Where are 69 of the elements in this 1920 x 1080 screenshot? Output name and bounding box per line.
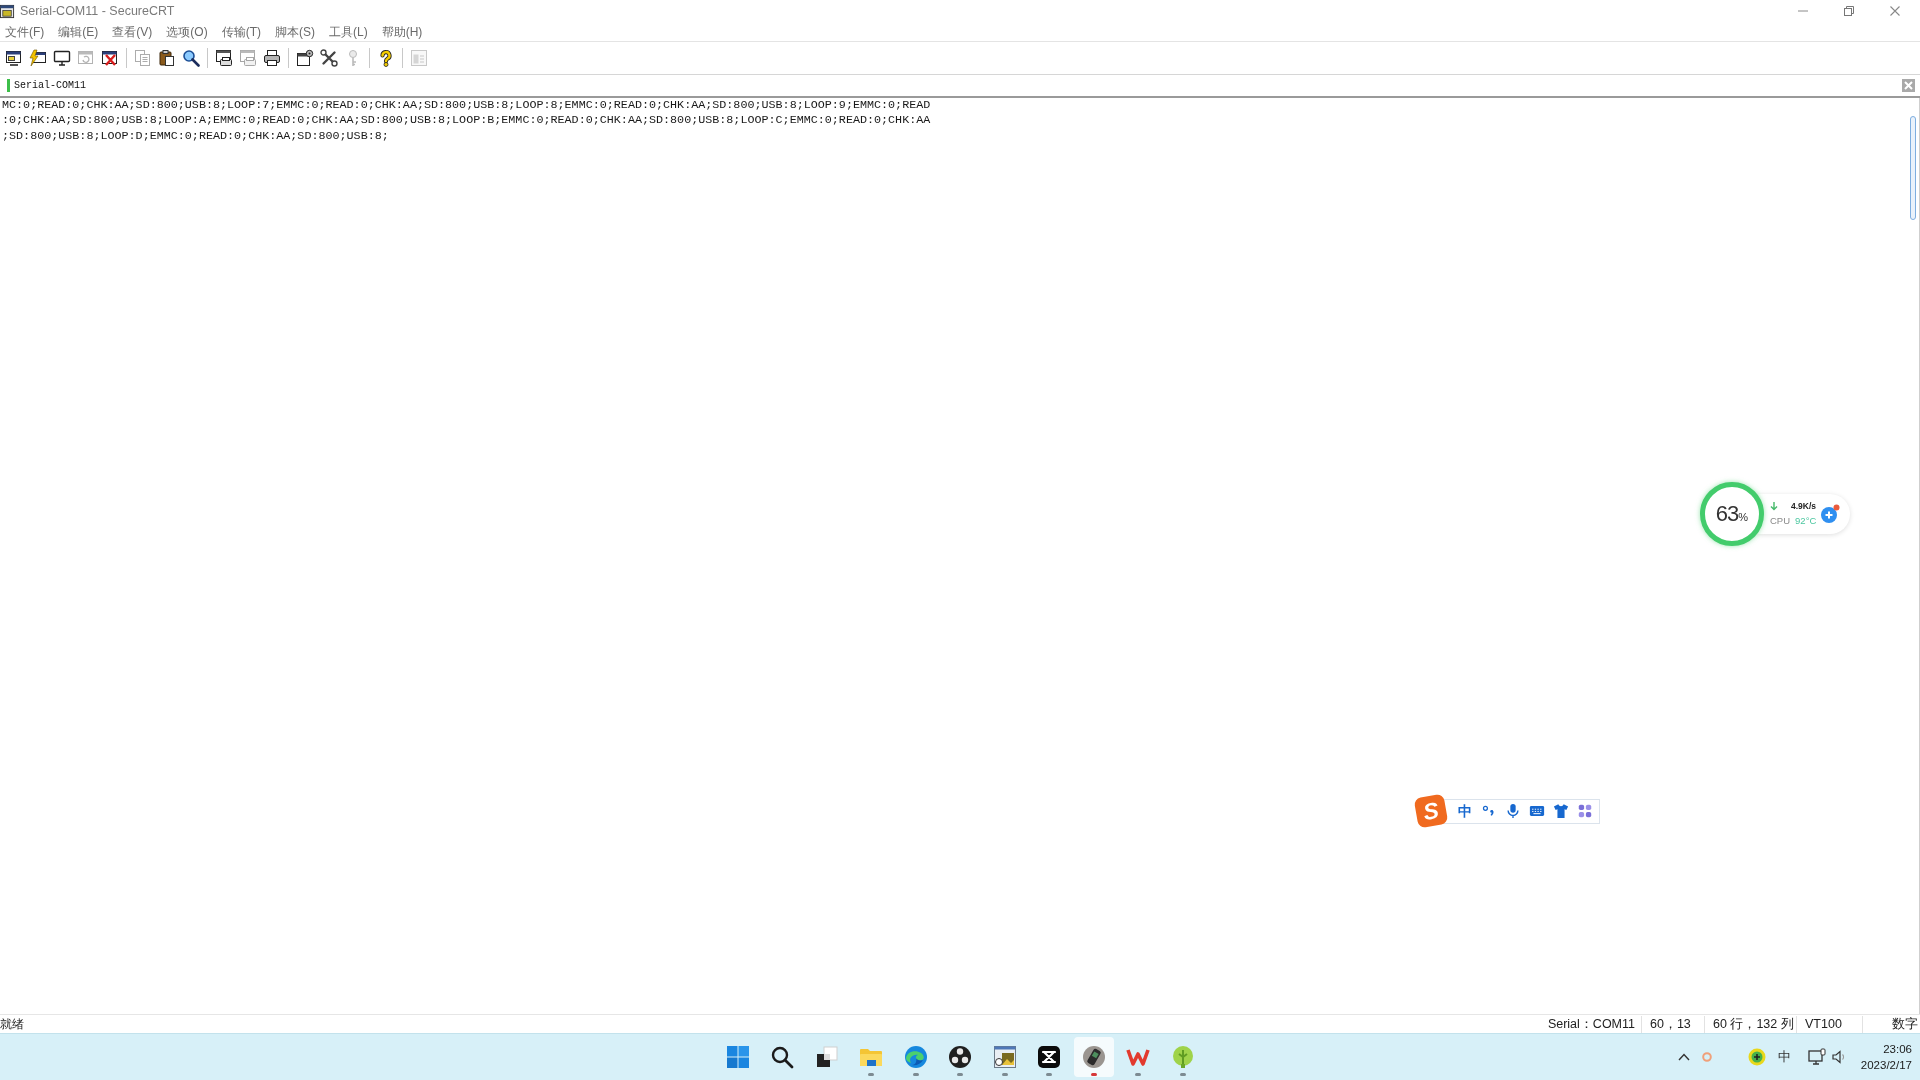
window-gear-icon [296, 49, 314, 67]
input-mode-button[interactable]: 中 [1453, 800, 1477, 822]
cpu-temperature: 92°C [1795, 514, 1817, 529]
shirt-icon [1553, 803, 1569, 819]
window-cross-icon [101, 49, 119, 67]
clipboard-icon [158, 49, 176, 67]
refresh-window-icon [77, 49, 95, 67]
tree-circle-icon [1170, 1045, 1195, 1069]
menu-item[interactable]: 工具(L) [324, 22, 377, 41]
window-title: Serial-COM11 - SecureCRT [20, 2, 175, 20]
terminal-window-icon [5, 49, 23, 67]
search-icon [182, 49, 200, 67]
plus-circle-icon [1747, 1048, 1766, 1066]
help-icon [377, 49, 395, 67]
task-view-icon [814, 1045, 839, 1069]
printer-icon [263, 49, 281, 67]
ime-logo[interactable]: S [1413, 793, 1449, 829]
bolt-window-icon [29, 49, 47, 67]
status-pane: Serial：COM11 [1546, 1015, 1636, 1033]
menu-item[interactable]: 帮助(H) [376, 22, 432, 41]
clock[interactable]: 23:06 2023/2/17 [1860, 1041, 1912, 1073]
plus-badge-icon [1820, 504, 1841, 524]
restore-icon [1844, 6, 1854, 16]
toolbar-button[interactable] [317, 46, 341, 70]
wave-circle-icon [903, 1045, 928, 1069]
printer-window-icon [239, 49, 257, 67]
copy-icon [134, 49, 152, 67]
ring-icon [1701, 1052, 1712, 1062]
menu-item[interactable]: 查看(V) [107, 22, 162, 41]
grid-icon [1577, 803, 1593, 819]
usage-percent: 63% [1715, 503, 1749, 525]
terminal-line: ;SD:800;USB:8;LOOP:D;EMMC:0;READ:0;CHK:AA;SD:800;USB:8; [1, 128, 390, 144]
menu-item[interactable]: 传输(T) [216, 22, 270, 41]
download-speed: 4.9K/s [1791, 500, 1817, 513]
close-icon [1890, 6, 1900, 16]
start-icon [725, 1045, 750, 1069]
hourglass-tile-icon [1037, 1045, 1061, 1069]
tools-icon [320, 49, 338, 67]
menu-item[interactable]: 文件(F) [0, 22, 54, 41]
download-arrow-icon [1770, 502, 1778, 511]
network-icon [1807, 1048, 1826, 1066]
status-pane: 数字 [1862, 1015, 1920, 1033]
taskbar-button[interactable] [1073, 1037, 1114, 1077]
microphone-icon [1505, 803, 1521, 819]
search-icon [770, 1045, 794, 1069]
input-mode-button[interactable]: 中 [1774, 1045, 1795, 1069]
cpu-label: CPU [1770, 514, 1791, 529]
status-pane: 60 行，132 列 [1704, 1015, 1796, 1033]
scrollbar-thumb[interactable] [1910, 116, 1916, 220]
printer-window-icon [215, 49, 233, 67]
close-icon [1904, 81, 1913, 90]
chevron-up-icon [1677, 1053, 1690, 1061]
keyboard-icon [1529, 803, 1545, 819]
terminal-app-icon [0, 3, 15, 19]
session-tab[interactable]: Serial-COM11 [7, 78, 90, 93]
phone-disc-icon [1081, 1045, 1106, 1069]
menu-item[interactable]: 脚本(S) [270, 22, 324, 41]
status-pane: VT100 [1796, 1015, 1862, 1033]
terminal-line: :0;CHK:AA;SD:800;USB:8;LOOP:A;EMMC:0;READ:0;CHK:AA;SD:800;USB:8;LOOP:B;EMMC:0;READ:0;CHK:AA;SD:800;USB:8;LOOP:C;EMMC:0;READ:0;CHK:AA [1, 113, 932, 129]
menu-item[interactable]: 选项(O) [161, 22, 217, 41]
panel-icon [410, 49, 428, 67]
status-pane: 60，13 [1641, 1015, 1704, 1033]
monitor-icon [53, 49, 71, 67]
three-dot-disc-icon [948, 1045, 972, 1069]
terminal-line: MC:0;READ:0;CHK:AA;SD:800;USB:8;LOOP:7;EMMC:0;READ:0;CHK:AA;SD:800;USB:8;LOOP:8;EMMC:0;READ:0;CHK:AA;SD:800;USB:8;LOOP:9;EMMC:0;READ [1, 98, 932, 114]
speaker-icon [1830, 1049, 1847, 1065]
picture-window-icon [992, 1045, 1017, 1069]
status-message: 就绪 [0, 1016, 24, 1033]
menu-item[interactable]: 编辑(E) [53, 22, 108, 41]
